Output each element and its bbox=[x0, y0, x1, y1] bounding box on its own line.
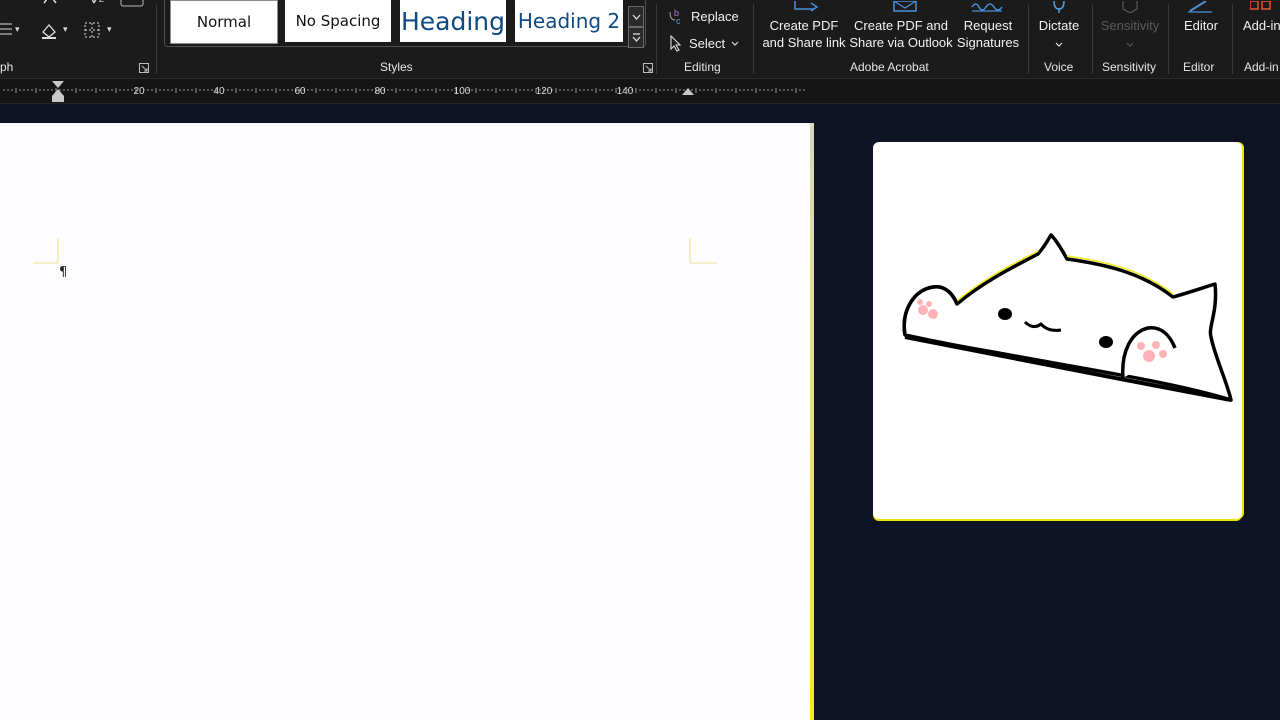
ruler-tick-label: 100 bbox=[454, 86, 471, 97]
editor-label: Editor bbox=[1184, 18, 1218, 33]
dialog-launcher-icon[interactable] bbox=[643, 62, 653, 76]
chevron-down-icon bbox=[632, 14, 640, 20]
sensitivity-button[interactable]: Sensitivity bbox=[1096, 17, 1164, 51]
ruler-tick-label: 140 bbox=[617, 86, 634, 97]
shading-icon[interactable] bbox=[40, 22, 58, 43]
sort-icon[interactable]: Z bbox=[91, 0, 110, 9]
cat-animation-overlay bbox=[873, 142, 1242, 519]
svg-text:c: c bbox=[676, 16, 681, 25]
group-divider bbox=[753, 4, 754, 74]
create-pdf-share-link-line2: and Share link bbox=[762, 35, 846, 50]
dropdown-arrow-icon[interactable]: ▾ bbox=[15, 24, 20, 35]
group-divider bbox=[1232, 4, 1233, 74]
create-pdf-outlook-line2: Share via Outlook bbox=[849, 35, 953, 50]
ruler-tick-label: 120 bbox=[536, 86, 553, 97]
gallery-more-button[interactable] bbox=[628, 27, 644, 48]
group-divider bbox=[656, 4, 657, 74]
highlight-icon[interactable] bbox=[42, 0, 60, 8]
editing-group-label: Editing bbox=[684, 60, 721, 74]
create-pdf-outlook-line1: Create PDF and bbox=[854, 18, 948, 33]
page-edge bbox=[810, 123, 814, 720]
more-icon bbox=[632, 33, 640, 42]
bongo-cat-image bbox=[902, 233, 1233, 402]
align-icon[interactable] bbox=[2, 0, 18, 8]
styles-group-label: Styles bbox=[380, 60, 413, 74]
chevron-down-icon bbox=[1055, 42, 1063, 47]
dictate-button[interactable]: Dictate bbox=[1034, 17, 1084, 51]
add-ins-button[interactable]: Add-in bbox=[1243, 17, 1280, 34]
paragraph-mark[interactable]: ¶ bbox=[59, 265, 67, 280]
cursor-icon bbox=[670, 35, 682, 52]
show-hide-icon[interactable] bbox=[120, 0, 144, 11]
signature-icon bbox=[970, 0, 1004, 18]
margin-corner-top-left bbox=[33, 238, 59, 264]
ruler-scale: 20 40 60 80 100 120 140 bbox=[3, 81, 805, 102]
document-page[interactable] bbox=[0, 123, 810, 720]
request-signatures-line2: Signatures bbox=[956, 35, 1020, 50]
style-heading-2[interactable]: Heading 2 bbox=[515, 0, 623, 42]
add-ins-icon bbox=[1249, 0, 1280, 18]
chevron-down-icon bbox=[1126, 42, 1134, 47]
mail-icon bbox=[890, 0, 920, 18]
replace-button[interactable]: b c Replace bbox=[668, 8, 739, 25]
style-heading[interactable]: Heading bbox=[400, 0, 506, 42]
margin-corner-top-right bbox=[689, 238, 717, 264]
select-label: Select bbox=[689, 36, 726, 51]
style-no-spacing-label: No Spacing bbox=[295, 12, 381, 30]
replace-label: Replace bbox=[691, 9, 739, 24]
chevron-down-icon bbox=[731, 41, 739, 46]
dropdown-arrow-icon[interactable]: ▾ bbox=[63, 24, 68, 35]
style-normal[interactable]: Normal bbox=[170, 0, 278, 44]
request-signatures-line1: Request bbox=[963, 18, 1013, 33]
group-divider bbox=[1028, 4, 1029, 74]
borders-icon[interactable] bbox=[84, 22, 100, 41]
dropdown-arrow-icon[interactable]: ▾ bbox=[107, 24, 112, 35]
ruler-tick-label: 20 bbox=[133, 86, 145, 97]
replace-icon: b c bbox=[669, 8, 681, 25]
group-divider bbox=[1168, 4, 1169, 74]
list-icon[interactable] bbox=[0, 22, 16, 39]
horizontal-ruler[interactable]: 20 40 60 80 100 120 140 bbox=[0, 79, 1280, 104]
acrobat-group-label: Adobe Acrobat bbox=[850, 60, 929, 74]
create-pdf-share-link-button[interactable]: Create PDF and Share link bbox=[759, 17, 849, 51]
style-heading-label: Heading bbox=[400, 6, 506, 36]
dictate-label: Dictate bbox=[1038, 18, 1080, 33]
sensitivity-label: Sensitivity bbox=[1100, 18, 1160, 33]
editor-button[interactable]: Editor bbox=[1176, 17, 1226, 34]
add-ins-label: Add-in bbox=[1243, 18, 1280, 33]
ruler-tick-label: 80 bbox=[374, 86, 386, 97]
gallery-scroll-down-button[interactable] bbox=[628, 6, 644, 27]
group-divider bbox=[156, 4, 157, 74]
sensitivity-group-label: Sensitivity bbox=[1102, 60, 1157, 74]
dialog-launcher-icon[interactable] bbox=[139, 62, 149, 76]
ribbon: ▾ ▾ ▾ Z ph Normal No Spacing Heading Hea… bbox=[0, 0, 1280, 79]
sensitivity-icon bbox=[1121, 0, 1139, 18]
group-divider bbox=[1092, 4, 1093, 74]
select-button[interactable]: Select bbox=[668, 35, 739, 52]
request-signatures-button[interactable]: Request Signatures bbox=[954, 17, 1022, 51]
style-normal-label: Normal bbox=[196, 13, 252, 31]
create-pdf-outlook-button[interactable]: Create PDF and Share via Outlook bbox=[849, 17, 953, 51]
add-ins-group-label: Add-in bbox=[1244, 60, 1279, 74]
ruler-tick-label: 60 bbox=[294, 86, 306, 97]
style-no-spacing[interactable]: No Spacing bbox=[285, 0, 391, 42]
pdf-share-icon bbox=[793, 0, 821, 18]
create-pdf-share-link-line1: Create PDF bbox=[769, 18, 839, 33]
ruler-tick-label: 40 bbox=[213, 86, 225, 97]
voice-group-label: Voice bbox=[1044, 60, 1074, 74]
paragraph-group-label: ph bbox=[0, 60, 14, 74]
left-indent-marker[interactable] bbox=[52, 81, 64, 102]
svg-text:Z: Z bbox=[99, 0, 104, 4]
editor-group-label: Editor bbox=[1183, 60, 1215, 74]
style-heading-2-label: Heading 2 bbox=[517, 9, 621, 33]
editor-icon bbox=[1186, 0, 1214, 18]
microphone-icon bbox=[1050, 0, 1068, 18]
